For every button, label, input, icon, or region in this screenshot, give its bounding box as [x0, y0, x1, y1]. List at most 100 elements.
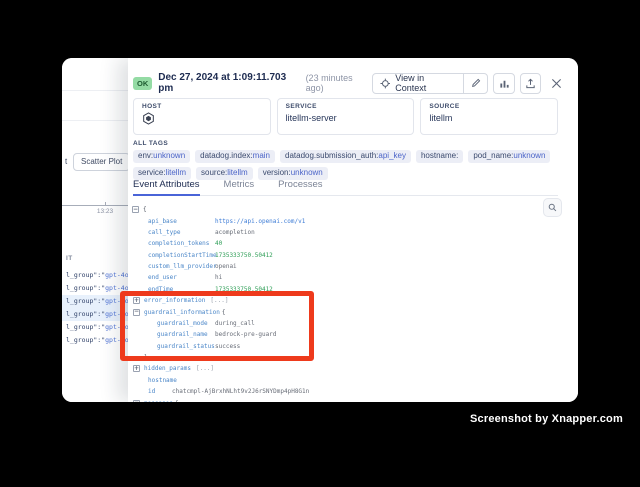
attribute-value[interactable]: https://api.openai.com/v1 [215, 218, 305, 225]
tag-key: pod_name: [473, 151, 513, 160]
attribute-value: 40 [215, 240, 222, 247]
edit-button[interactable] [464, 74, 487, 93]
attribute-key: api_base [148, 218, 215, 225]
expand-icon[interactable]: + [133, 365, 140, 372]
host-card[interactable]: HOST [133, 98, 271, 135]
log-row-key: l_group":" [66, 310, 105, 318]
collapse-icon[interactable]: − [133, 400, 140, 402]
attribute-row-completionStartTime: completionStartTime1735333750.50412 [128, 250, 554, 261]
host-card-label: HOST [142, 103, 262, 110]
view-in-context-label: View in Context [395, 73, 456, 93]
tab-processes[interactable]: Processes [278, 179, 322, 195]
watermark-text: Screenshot by Xnapper.com [470, 413, 623, 425]
attribute-key: hidden_params [144, 365, 191, 372]
attribute-key: completionStartTime [148, 252, 215, 259]
source-card-value: litellm [429, 113, 549, 124]
tag-key: datadog.index: [200, 151, 253, 160]
attribute-value: hi [215, 274, 222, 281]
open-brace: { [143, 206, 147, 213]
attribute-key: hostname [148, 377, 215, 384]
host-hexagon-icon [142, 112, 262, 130]
log-row-key: l_group":" [66, 336, 105, 344]
related-data-button[interactable] [493, 73, 515, 94]
info-cards: HOST SERVICE litellm-server SOURCE litel… [133, 98, 558, 135]
tag-value: litellm [227, 168, 247, 177]
log-row-key: l_group":" [66, 271, 105, 279]
divider [62, 90, 128, 91]
tag-value: api_key [378, 151, 406, 160]
tag-key: env: [138, 151, 153, 160]
tag-pill[interactable]: env:unknown [133, 150, 190, 163]
tag-pill[interactable]: datadog.submission_auth:api_key [280, 150, 411, 163]
red-highlight-box [120, 291, 314, 361]
all-tags-section: ALL TAGS env:unknowndatadog.index:mainda… [133, 140, 558, 180]
list-column-header: IT [66, 255, 73, 262]
tag-value: unknown [513, 151, 545, 160]
export-button[interactable] [520, 73, 542, 94]
tag-value: main [253, 151, 270, 160]
source-card[interactable]: SOURCE litellm [420, 98, 558, 135]
event-header: OK Dec 27, 2024 at 1:09:11.703 pm (23 mi… [133, 71, 564, 95]
view-in-context-button[interactable]: View in Context [373, 74, 463, 93]
log-rows: l_group":"gpt-4ol_group":"gpt-4ol_group"… [62, 269, 128, 347]
event-relative-time: (23 minutes ago) [306, 73, 372, 93]
attribute-key: end_user [148, 274, 215, 281]
tag-pill[interactable]: datadog.index:main [195, 150, 275, 163]
source-card-label: SOURCE [429, 103, 549, 110]
scatter-plot-button[interactable]: Scatter Plot [73, 153, 128, 171]
log-row-key: l_group":" [66, 323, 105, 331]
attribute-row-completion_tokens: completion_tokens40 [128, 238, 554, 249]
tag-key: source: [201, 168, 227, 177]
attribute-row: −{ [128, 204, 554, 215]
tag-key: hostname: [421, 151, 458, 160]
log-row-key: l_group":" [66, 297, 105, 305]
attribute-key: custom_llm_provider [148, 263, 215, 270]
tag-key: datadog.submission_auth: [285, 151, 378, 160]
attribute-value: 1735333750.50412 [215, 252, 273, 259]
divider [62, 120, 128, 121]
log-row[interactable]: l_group":"gpt-4o [62, 269, 128, 282]
crosshair-icon [380, 78, 391, 89]
log-row-value: gpt-4o [105, 271, 128, 279]
service-card[interactable]: SERVICE litellm-server [277, 98, 415, 135]
tag-pill[interactable]: hostname: [416, 150, 463, 163]
attribute-row-call_type: call_typeacompletion [128, 227, 554, 238]
timeline-axis [62, 205, 128, 206]
pencil-icon [471, 78, 481, 88]
truncated-button-fragment: t [65, 157, 67, 166]
tab-metrics[interactable]: Metrics [224, 179, 255, 195]
tag-pill[interactable]: pod_name:unknown [468, 150, 550, 163]
close-button[interactable] [548, 75, 564, 91]
log-row-key: l_group":" [66, 284, 105, 292]
attribute-row-hostname: hostname [128, 375, 554, 386]
attribute-row-hidden_params: + hidden_params [...] [128, 363, 554, 374]
collapse-icon[interactable]: − [132, 206, 139, 213]
log-row[interactable]: l_group":"gpt-4o [62, 295, 128, 308]
attribute-key: call_type [148, 229, 215, 236]
tag-value: litellm [166, 168, 186, 177]
tab-event-attributes[interactable]: Event Attributes [133, 179, 200, 196]
tag-value: unknown [153, 151, 185, 160]
view-in-context-button-group: View in Context [372, 73, 489, 94]
attribute-value: acompletion [215, 229, 255, 236]
log-row[interactable]: l_group":"gpt-4o [62, 308, 128, 321]
background-page-strip: t Scatter Plot 13:23 IT l_group":"gpt-4o… [62, 58, 128, 402]
all-tags-label: ALL TAGS [133, 140, 558, 147]
log-row[interactable]: l_group":"gpt-4o [62, 321, 128, 334]
timeline-tick [105, 202, 106, 205]
attribute-row-api_base: api_basehttps://api.openai.com/v1 [128, 215, 554, 226]
tag-key: service: [138, 168, 166, 177]
timeline-tick-label: 13:23 [82, 208, 128, 215]
attribute-row-custom_llm_provider: custom_llm_provideropenai [128, 261, 554, 272]
log-row[interactable]: l_group":"gpt-4o [62, 334, 128, 347]
attribute-key: messages [144, 400, 173, 402]
log-row[interactable]: l_group":"gpt-4o [62, 282, 128, 295]
attribute-key: completion_tokens [148, 240, 215, 247]
attribute-key: id [148, 388, 172, 395]
service-card-value: litellm-server [286, 113, 406, 124]
tags-list: env:unknowndatadog.index:maindatadog.sub… [133, 150, 558, 180]
collapsed-preview: [...] [196, 365, 214, 372]
tag-value: unknown [291, 168, 323, 177]
export-icon [525, 78, 536, 89]
status-badge: OK [133, 77, 152, 90]
